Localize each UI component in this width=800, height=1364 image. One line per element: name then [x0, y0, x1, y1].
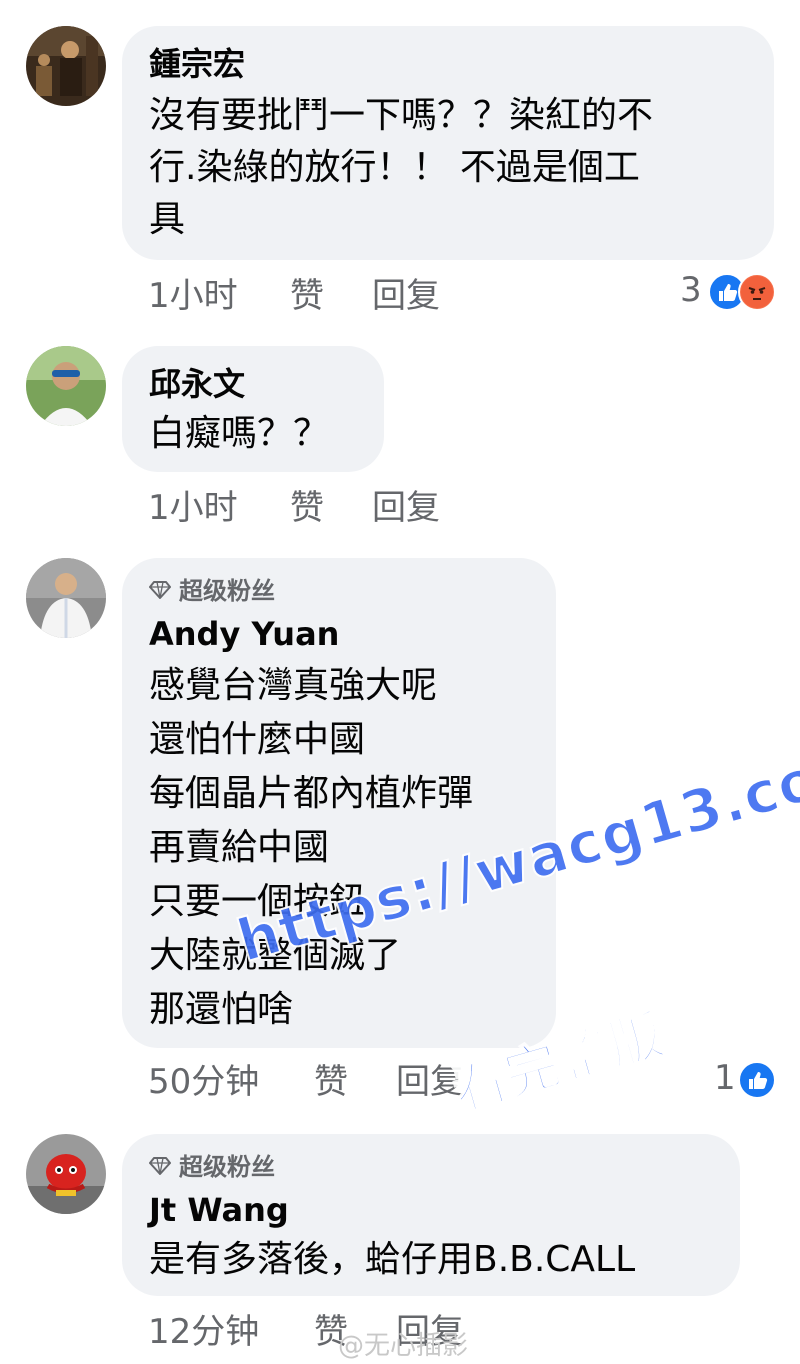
like-button[interactable]: 赞 — [290, 276, 324, 316]
comment-bubble[interactable]: 超级粉丝 Jt Wang 是有多落後，蛤仔用B.B.CALL — [122, 1134, 740, 1296]
comment-actions: 50分钟 赞 回复 — [148, 1062, 568, 1102]
avatar[interactable] — [26, 26, 106, 106]
diamond-icon — [149, 1153, 171, 1183]
avatar-photo-icon — [26, 558, 106, 638]
avatar[interactable] — [26, 558, 106, 638]
like-button[interactable]: 赞 — [290, 488, 324, 528]
comment-text-line: 白癡嗎？？ — [149, 413, 330, 454]
author-name[interactable]: Andy Yuan — [149, 614, 339, 654]
comment-text-line: 再賣給中國 — [149, 827, 330, 868]
reaction-summary[interactable]: 3 — [676, 270, 786, 311]
comment-text-line: 是有多落後，蛤仔用B.B.CALL — [149, 1239, 636, 1280]
timestamp[interactable]: 1小时 — [148, 276, 238, 316]
comment-text-line: 沒有要批鬥一下嗎？？染紅的不 — [149, 95, 654, 136]
badge-label: 超级粉丝 — [179, 577, 275, 605]
reaction-summary[interactable]: 1 — [710, 1058, 790, 1099]
comment-text-line: 感覺台灣真強大呢 — [149, 665, 438, 706]
avatar[interactable] — [26, 1134, 106, 1214]
comment-actions: 1小时 赞 回复 — [148, 488, 568, 528]
comment-text-line: 那還怕啥 — [149, 989, 294, 1030]
avatar-photo-icon — [26, 26, 106, 106]
reply-button[interactable]: 回复 — [396, 1062, 464, 1102]
avatar-photo-icon — [26, 346, 106, 426]
comment-text-line: 還怕什麼中國 — [149, 719, 366, 760]
corner-watermark: @无心插影 — [338, 1331, 469, 1361]
like-icon — [738, 1061, 776, 1099]
top-fan-badge: 超级粉丝 — [149, 576, 275, 607]
reply-button[interactable]: 回复 — [372, 276, 440, 316]
reply-button[interactable]: 回复 — [372, 488, 440, 528]
author-name[interactable]: 鍾宗宏 — [149, 44, 245, 84]
author-name[interactable]: Jt Wang — [149, 1190, 289, 1230]
top-fan-badge: 超级粉丝 — [149, 1152, 275, 1183]
author-name[interactable]: 邱永文 — [149, 364, 245, 404]
comment-bubble[interactable]: 鍾宗宏 沒有要批鬥一下嗎？？染紅的不 行.染綠的放行！！ 不過是個工 具 — [122, 26, 774, 260]
diamond-icon — [149, 577, 171, 607]
timestamp[interactable]: 12分钟 — [148, 1312, 259, 1352]
reaction-count: 1 — [714, 1058, 736, 1098]
timestamp[interactable]: 50分钟 — [148, 1062, 259, 1102]
avatar[interactable] — [26, 346, 106, 426]
angry-icon — [738, 273, 776, 311]
like-button[interactable]: 赞 — [314, 1062, 348, 1102]
comment-text-line: 大陸就整個滅了 — [149, 935, 402, 976]
reaction-count: 3 — [680, 270, 702, 310]
timestamp[interactable]: 1小时 — [148, 488, 238, 528]
comment-text-line: 只要一個按鈕 — [149, 881, 366, 922]
comment-text-line: 行.染綠的放行！！ 不過是個工 — [149, 147, 640, 188]
badge-label: 超级粉丝 — [179, 1153, 275, 1181]
comment-bubble[interactable]: 超级粉丝 Andy Yuan 感覺台灣真強大呢 還怕什麼中國 每個晶片都內植炸彈… — [122, 558, 556, 1048]
comment-text-line: 具 — [149, 199, 186, 240]
comment-bubble[interactable]: 邱永文 白癡嗎？？ — [122, 346, 384, 472]
avatar-photo-icon — [26, 1134, 106, 1214]
comment-text-line: 每個晶片都內植炸彈 — [149, 773, 474, 814]
comment-actions: 1小时 赞 回复 — [148, 276, 568, 316]
comment-thread: 鍾宗宏 沒有要批鬥一下嗎？？染紅的不 行.染綠的放行！！ 不過是個工 具 1小时… — [0, 0, 800, 1364]
